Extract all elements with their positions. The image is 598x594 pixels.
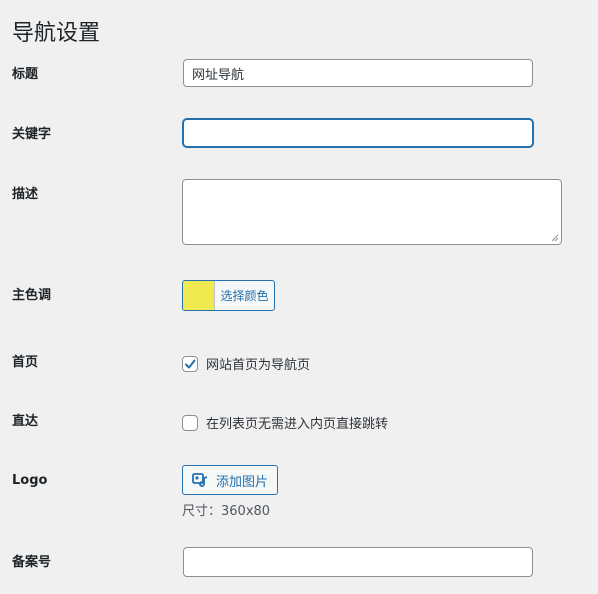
color-swatch [183, 281, 215, 310]
select-color-label: 选择颜色 [220, 289, 269, 303]
icp-input[interactable] [183, 547, 533, 577]
title-input[interactable] [183, 59, 533, 87]
keywords-input[interactable] [183, 119, 533, 147]
homepage-checkbox-label[interactable]: 网站首页为导航页 [206, 354, 310, 373]
add-image-label: 添加图片 [215, 474, 268, 490]
direct-checkbox-label[interactable]: 在列表页无需进入内页直接跳转 [206, 413, 388, 432]
keywords-label: 关键字 [12, 127, 52, 142]
logo-label: Logo [12, 473, 48, 488]
logo-size-note: 尺寸：360x80 [182, 504, 271, 519]
icp-label: 备案号 [12, 555, 52, 570]
direct-option: 在列表页无需进入内页直接跳转 [182, 413, 388, 432]
homepage-option: 网站首页为导航页 [182, 354, 310, 373]
direct-checkbox[interactable] [182, 414, 198, 431]
color-label: 主色调 [12, 288, 52, 303]
add-media-icon [192, 473, 208, 487]
homepage-label: 首页 [12, 355, 39, 370]
checkmark-icon [185, 359, 196, 368]
select-color-button[interactable]: 选择颜色 [182, 280, 275, 311]
add-image-button[interactable]: 添加图片 [182, 465, 278, 495]
description-textarea[interactable] [182, 179, 562, 245]
page-title: 导航设置 [12, 20, 101, 46]
direct-label: 直达 [12, 414, 39, 429]
resize-grip-icon[interactable] [551, 234, 559, 242]
title-label: 标题 [12, 67, 39, 82]
description-label: 描述 [12, 187, 39, 202]
homepage-checkbox[interactable] [182, 355, 198, 372]
